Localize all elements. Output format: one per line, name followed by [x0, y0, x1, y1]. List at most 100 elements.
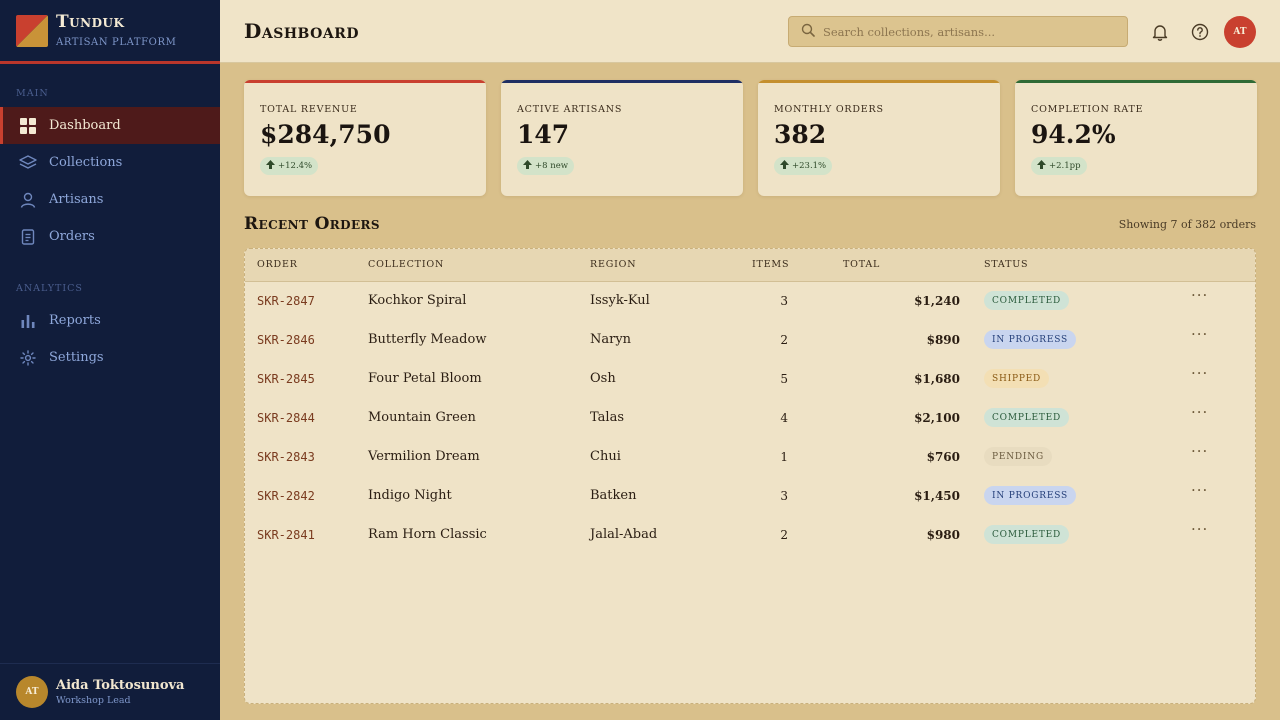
- table-row[interactable]: SKR-2845 Four Petal Bloom Osh 5 $1,680 Shippe…: [245, 360, 1255, 399]
- column-header-collection[interactable]: Collection: [368, 259, 444, 270]
- sidebar-item-label: Orders: [49, 229, 95, 244]
- more-options-icon[interactable]: ···: [1191, 442, 1208, 460]
- delta-badge: +12.4%: [260, 157, 319, 175]
- collection-name: Butterfly Meadow: [368, 332, 487, 347]
- items-count: 2: [780, 333, 788, 347]
- status-badge: Completed: [984, 291, 1070, 310]
- table-row[interactable]: SKR-2842 Indigo Night Batken 3 $1,450 In Prog…: [245, 477, 1255, 516]
- order-total: $760: [926, 450, 960, 464]
- delta-text: +23.1%: [792, 161, 827, 171]
- top-bar: Dashboard AT: [220, 0, 1280, 63]
- page-title: Dashboard: [244, 19, 359, 43]
- order-id[interactable]: SKR-2847: [257, 294, 315, 308]
- status-badge: Shipped: [984, 369, 1050, 388]
- table-row[interactable]: SKR-2844 Mountain Green Talas 4 $2,100 Comple…: [245, 399, 1255, 438]
- delta-text: +8 new: [535, 161, 569, 171]
- nav-section-analytics: Analytics: [16, 283, 83, 294]
- sidebar-item-artisans[interactable]: Artisans: [0, 181, 220, 218]
- user-avatar-button[interactable]: AT: [1224, 16, 1256, 48]
- region-name: Osh: [590, 371, 616, 386]
- table-row[interactable]: SKR-2847 Kochkor Spiral Issyk-Kul 3 $1,240 Co…: [245, 282, 1255, 321]
- more-options-icon[interactable]: ···: [1191, 520, 1208, 538]
- user-role: Workshop Lead: [56, 695, 131, 706]
- more-options-icon[interactable]: ···: [1191, 403, 1208, 421]
- table-body: SKR-2847 Kochkor Spiral Issyk-Kul 3 $1,240 Co…: [245, 282, 1255, 555]
- column-header-status[interactable]: Status: [984, 259, 1028, 270]
- bell-icon[interactable]: [1148, 20, 1172, 44]
- status-badge: In Progress: [984, 486, 1077, 505]
- region-name: Batken: [590, 488, 637, 503]
- sidebar: Tunduk Artisan Platform Main Dashboard C…: [0, 0, 220, 720]
- table-row[interactable]: SKR-2841 Ram Horn Classic Jalal-Abad 2 $980 C…: [245, 516, 1255, 555]
- sidebar-item-label: Settings: [49, 350, 104, 365]
- order-id[interactable]: SKR-2846: [257, 333, 315, 347]
- sidebar-item-label: Artisans: [49, 192, 104, 207]
- stat-card-revenue: Total Revenue $284,750 +12.4%: [244, 80, 486, 196]
- region-name: Jalal-Abad: [590, 527, 658, 542]
- brand[interactable]: Tunduk Artisan Platform: [0, 0, 220, 64]
- nav-main: Dashboard Collections Artisans Orders: [0, 107, 220, 255]
- search-bar[interactable]: [788, 16, 1128, 47]
- column-header-order[interactable]: Order: [257, 259, 298, 270]
- brand-subtitle: Artisan Platform: [56, 37, 177, 48]
- stat-card-completion: Completion Rate 94.2% +2.1pp: [1015, 80, 1257, 196]
- table-row[interactable]: SKR-2846 Butterfly Meadow Naryn 2 $890 In Pro…: [245, 321, 1255, 360]
- collection-name: Mountain Green: [368, 410, 476, 425]
- user-profile[interactable]: AT Aida Toktosunova Workshop Lead: [0, 663, 220, 720]
- more-options-icon[interactable]: ···: [1191, 481, 1208, 499]
- region-name: Issyk-Kul: [590, 293, 650, 308]
- order-id[interactable]: SKR-2843: [257, 450, 315, 464]
- sidebar-item-label: Dashboard: [49, 118, 121, 133]
- more-options-icon[interactable]: ···: [1191, 325, 1208, 343]
- more-options-icon[interactable]: ···: [1191, 286, 1208, 304]
- collection-name: Vermilion Dream: [368, 449, 480, 464]
- order-total: $890: [926, 333, 960, 347]
- items-count: 4: [780, 411, 788, 425]
- order-id[interactable]: SKR-2845: [257, 372, 315, 386]
- items-count: 3: [780, 294, 788, 308]
- order-id[interactable]: SKR-2842: [257, 489, 315, 503]
- sidebar-item-reports[interactable]: Reports: [0, 302, 220, 339]
- stat-label: Active Artisans: [517, 104, 623, 115]
- column-header-total[interactable]: Total: [843, 259, 880, 270]
- column-header-region[interactable]: Region: [590, 259, 636, 270]
- status-badge: Pending: [984, 447, 1052, 466]
- collection-name: Indigo Night: [368, 488, 452, 503]
- status-badge: In Progress: [984, 330, 1077, 349]
- collection-name: Four Petal Bloom: [368, 371, 482, 386]
- sidebar-item-collections[interactable]: Collections: [0, 144, 220, 181]
- grid-icon: [18, 116, 38, 136]
- delta-text: +12.4%: [278, 161, 313, 171]
- help-icon[interactable]: [1188, 20, 1212, 44]
- column-header-items[interactable]: Items: [752, 259, 789, 270]
- region-name: Talas: [590, 410, 624, 425]
- sidebar-item-orders[interactable]: Orders: [0, 218, 220, 255]
- gear-icon: [18, 348, 38, 368]
- items-count: 5: [780, 372, 788, 386]
- brand-name: Tunduk: [56, 12, 125, 32]
- sidebar-item-dashboard[interactable]: Dashboard: [0, 107, 220, 144]
- collection-name: Ram Horn Classic: [368, 527, 487, 542]
- search-input[interactable]: [823, 24, 1113, 39]
- avatar: AT: [16, 676, 48, 708]
- section-title: Recent Orders: [244, 214, 380, 234]
- nav-section-main: Main: [16, 88, 49, 99]
- status-badge: Completed: [984, 408, 1070, 427]
- order-id[interactable]: SKR-2844: [257, 411, 315, 425]
- order-total: $1,240: [914, 294, 960, 308]
- table-row[interactable]: SKR-2843 Vermilion Dream Chui 1 $760 Pending ·…: [245, 438, 1255, 477]
- search-icon: [801, 22, 815, 41]
- more-options-icon[interactable]: ···: [1191, 364, 1208, 382]
- user-icon: [18, 190, 38, 210]
- sidebar-item-settings[interactable]: Settings: [0, 339, 220, 376]
- layers-icon: [18, 153, 38, 173]
- arrow-up-icon: [523, 160, 532, 172]
- stat-label: Total Revenue: [260, 104, 358, 115]
- order-id[interactable]: SKR-2841: [257, 528, 315, 542]
- stat-value: $284,750: [260, 120, 391, 149]
- orders-table: Order Collection Region Items Total Stat…: [244, 248, 1256, 704]
- table-header: Order Collection Region Items Total Stat…: [245, 249, 1255, 282]
- stat-label: Completion Rate: [1031, 104, 1144, 115]
- collection-name: Kochkor Spiral: [368, 293, 467, 308]
- delta-badge: +2.1pp: [1031, 157, 1087, 175]
